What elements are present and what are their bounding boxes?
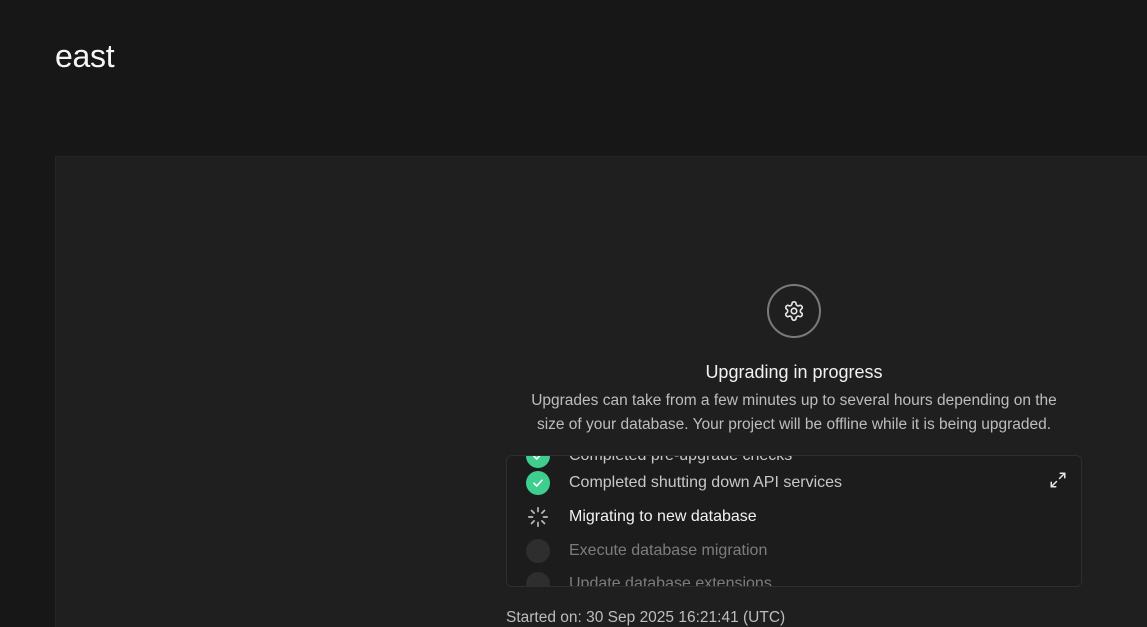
- upgrade-description-line-2: size of your database. Your project will…: [536, 416, 1052, 433]
- upgrade-description: Upgrades can take from a few minutes up …: [502, 389, 1086, 437]
- step-label: Update database extensions: [569, 575, 772, 587]
- step-item: Execute database migration: [526, 538, 767, 564]
- step-item: Migrating to new database: [526, 504, 757, 530]
- step-label: Completed shutting down API services: [569, 474, 843, 491]
- step-label: Completed pre-upgrade checks: [569, 455, 793, 464]
- upgrade-steps-list[interactable]: Completed pre-upgrade checks Completed s…: [506, 455, 1082, 587]
- expand-icon: [1050, 472, 1066, 488]
- started-on-timestamp: Started on: 30 Sep 2025 16:21:41 (UTC): [506, 609, 786, 626]
- pending-dot-icon: [526, 539, 550, 563]
- check-icon: [526, 471, 550, 495]
- check-icon: [526, 456, 550, 468]
- page-header: east: [0, 0, 1147, 156]
- expand-button[interactable]: [1049, 471, 1067, 489]
- step-label: Execute database migration: [569, 542, 768, 559]
- project-title: east: [55, 38, 115, 74]
- step-item: Update database extensions: [526, 571, 772, 587]
- gear-icon: [784, 301, 804, 321]
- step-label: Migrating to new database: [569, 508, 757, 525]
- step-item: Completed pre-upgrade checks: [526, 455, 793, 469]
- spinner-icon: [526, 505, 550, 529]
- step-item: Completed shutting down API services: [526, 470, 842, 496]
- upgrade-title: Upgrading in progress: [705, 362, 883, 382]
- upgrade-status-badge: [767, 284, 821, 338]
- pending-dot-icon: [526, 572, 550, 586]
- upgrade-description-line-1: Upgrades can take from a few minutes up …: [531, 392, 1057, 409]
